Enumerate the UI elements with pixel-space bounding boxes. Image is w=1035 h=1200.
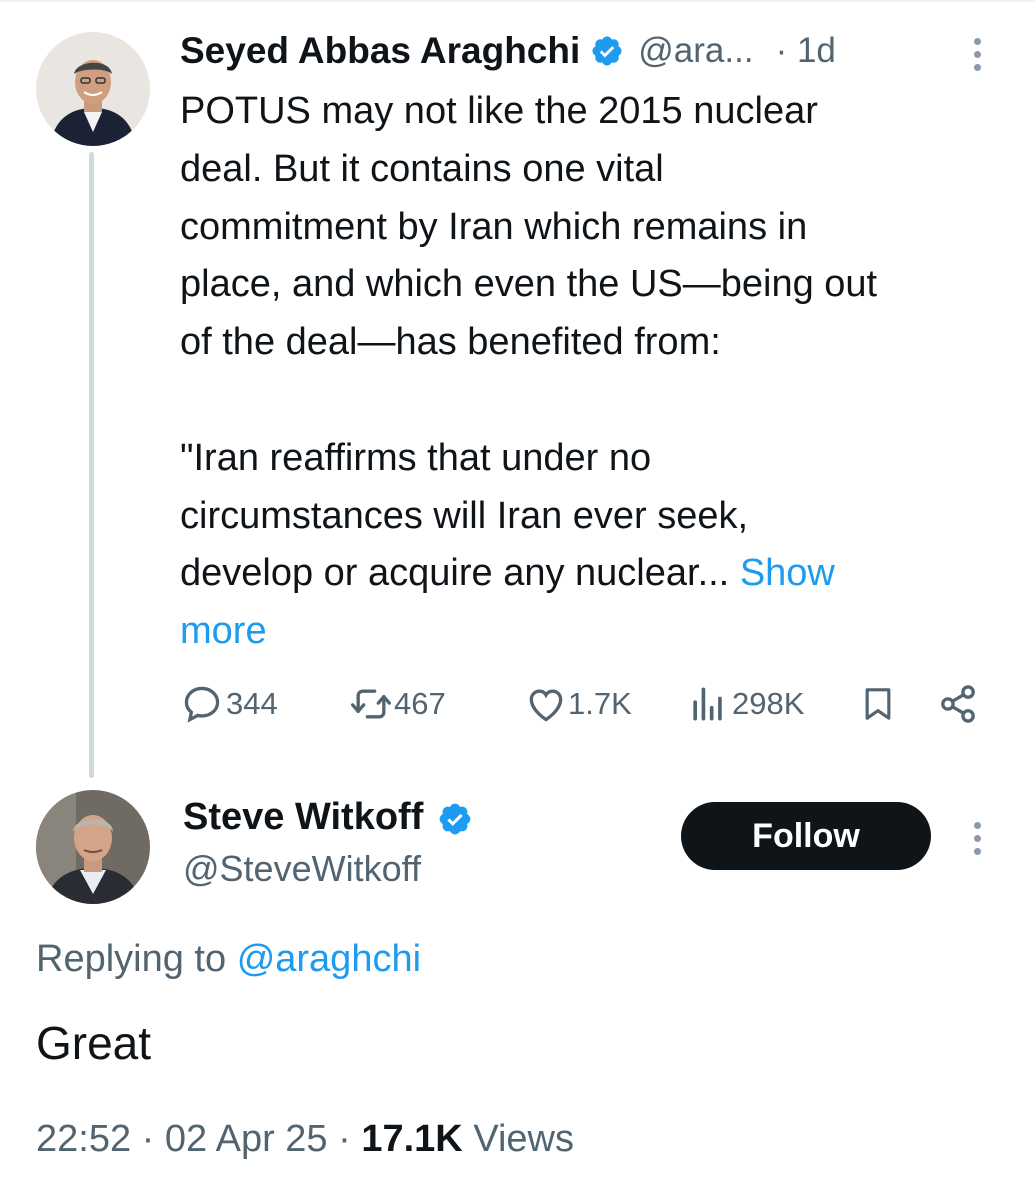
views-icon (686, 682, 730, 726)
author-handle[interactable]: @ara... (638, 31, 753, 71)
quote-line: circumstances will Iran ever seek, (180, 494, 749, 537)
views-label: Views (473, 1118, 574, 1160)
tweet-date[interactable]: 02 Apr 25 (165, 1118, 328, 1160)
reply-button[interactable]: 344 (180, 680, 278, 728)
text-line: deal. But it contains one vital (180, 147, 664, 190)
like-button[interactable]: 1.7K (524, 680, 632, 728)
replying-to: Replying to @araghchi (36, 938, 421, 981)
parent-tweet-text: POTUS may not like the 2015 nuclear deal… (180, 83, 1010, 661)
text-line: commitment by Iran which remains in (180, 205, 808, 248)
more-options-icon[interactable] (974, 822, 981, 855)
reply-tweet-text: Great (36, 1017, 152, 1069)
separator: · (338, 1118, 351, 1160)
text-line: of the deal—has benefited from: (180, 321, 721, 364)
follow-button[interactable]: Follow (681, 802, 931, 870)
author-name[interactable]: Seyed Abbas Araghchi (180, 30, 580, 72)
reply-author-handle[interactable]: @SteveWitkoff (183, 848, 421, 890)
avatar-witkoff[interactable] (36, 790, 150, 904)
tweet-metadata: 22:52 · 02 Apr 25 · 17.1K Views (36, 1118, 574, 1161)
quote-line: develop or acquire any nuclear... (180, 552, 730, 595)
like-count: 1.7K (568, 686, 632, 721)
views-count: 298K (732, 686, 805, 721)
reply-author-row: Steve Witkoff (183, 796, 471, 839)
repost-icon (348, 682, 394, 726)
avatar-araghchi[interactable] (36, 32, 150, 146)
tweet-time[interactable]: · 1d (776, 31, 836, 71)
bookmark-icon (858, 682, 898, 726)
show-more-link[interactable]: Show (740, 552, 835, 594)
top-divider (0, 0, 1035, 2)
parent-tweet-header: Seyed Abbas Araghchi @ara... · 1d (180, 26, 995, 76)
tweet-actions: 344 467 1.7K 298K (180, 680, 990, 728)
views-total: 17.1K (361, 1118, 463, 1160)
bookmark-button[interactable] (858, 680, 898, 728)
repost-button[interactable]: 467 (348, 680, 446, 728)
reply-author-name[interactable]: Steve Witkoff (183, 796, 423, 839)
thread-line (89, 152, 94, 778)
reply-icon (180, 682, 224, 726)
more-options-icon[interactable] (974, 38, 981, 71)
reply-count: 344 (226, 686, 278, 721)
verified-badge-icon (590, 34, 624, 68)
share-icon (936, 682, 980, 726)
separator: · (141, 1118, 155, 1160)
verified-badge-icon (437, 801, 471, 835)
repost-count: 467 (394, 686, 446, 721)
views-button[interactable]: 298K (686, 680, 804, 728)
text-line: POTUS may not like the 2015 nuclear (180, 90, 818, 132)
show-more-link-continued[interactable]: more (180, 610, 267, 652)
replying-to-handle-link[interactable]: @araghchi (237, 938, 421, 980)
quote-line: "Iran reaffirms that under no (180, 436, 652, 479)
replying-to-label: Replying to (36, 938, 227, 980)
share-button[interactable] (936, 680, 980, 728)
like-icon (524, 682, 568, 726)
text-line: place, and which even the US—being out (180, 263, 878, 306)
tweet-time[interactable]: 22:52 (36, 1118, 131, 1160)
